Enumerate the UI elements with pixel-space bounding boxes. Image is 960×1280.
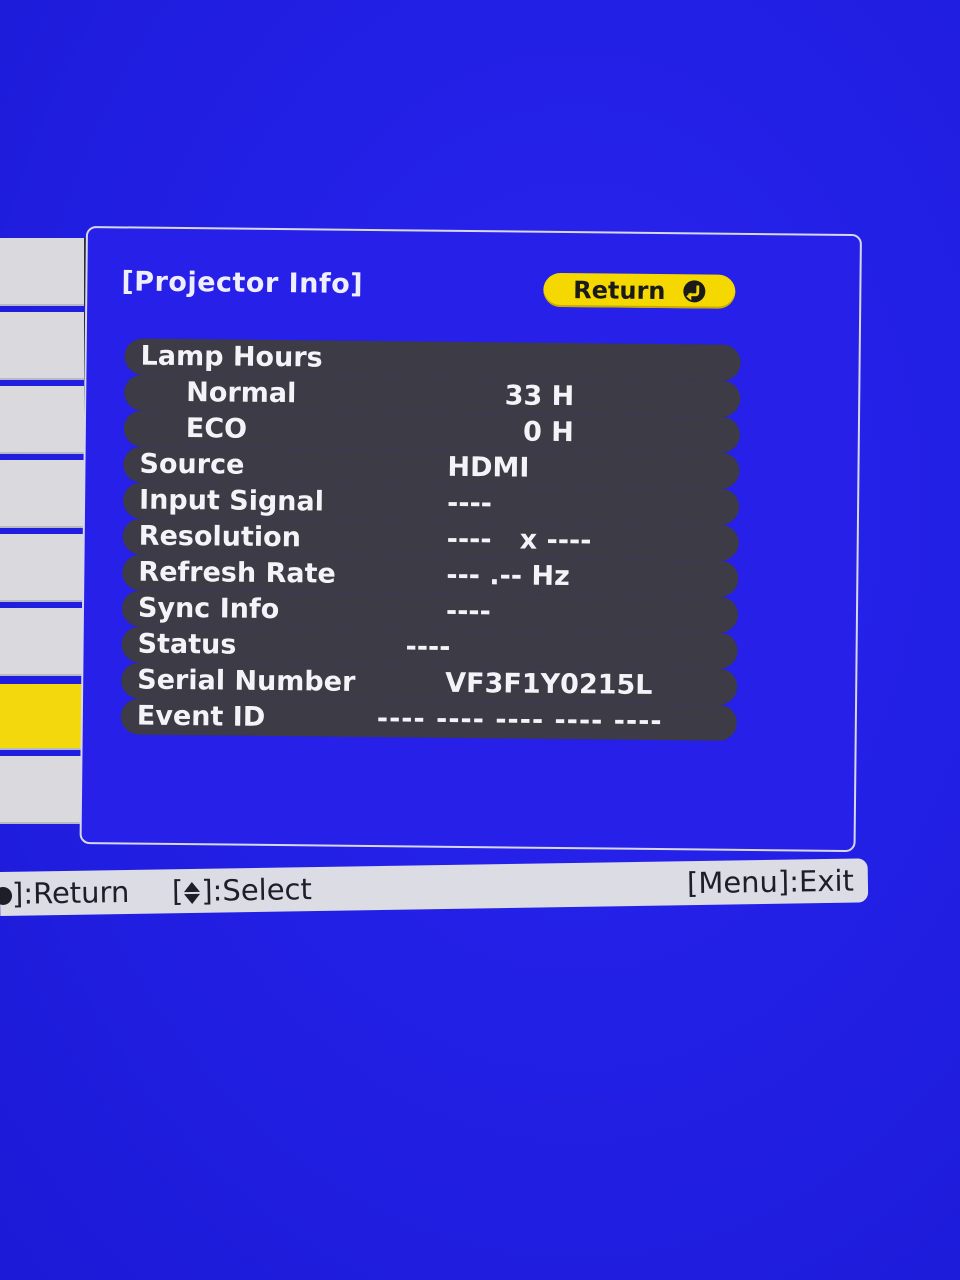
- info-list: Lamp Hours Normal 33 H ECO 0 H Source HD…: [120, 338, 741, 741]
- return-button[interactable]: Return: [543, 272, 736, 309]
- row-value: ---- x ----: [446, 523, 592, 557]
- main-menu-item[interactable]: [0, 312, 84, 380]
- enter-return-icon: [683, 280, 706, 303]
- main-menu-item[interactable]: [0, 238, 84, 306]
- help-exit-hint: [Menu]:Exit: [686, 863, 855, 901]
- row-value: --- .-- Hz: [446, 559, 570, 593]
- row-value: VF3F1Y0215L: [445, 667, 653, 701]
- return-button-label: Return: [573, 276, 666, 306]
- help-return-text: ]:Return: [11, 874, 130, 911]
- row-value: ----: [445, 595, 491, 628]
- row-label: Event ID: [136, 700, 266, 733]
- row-value: ----: [405, 631, 451, 663]
- help-select-hint: [ ]:Select: [172, 867, 313, 913]
- row-value: HDMI: [447, 451, 530, 484]
- row-label: Lamp Hours: [140, 340, 323, 374]
- row-label: ECO: [185, 413, 248, 445]
- row-value: ---- ---- ---- ---- ----: [376, 703, 663, 738]
- row-label: Resolution: [138, 520, 302, 554]
- row-label: Status: [137, 628, 237, 661]
- help-select-text: ]:Select: [201, 872, 313, 908]
- row-label: Refresh Rate: [138, 556, 336, 590]
- row-label: Input Signal: [138, 484, 325, 518]
- row-value: 33 H: [504, 380, 575, 413]
- enter-return-icon: [0, 886, 13, 906]
- main-menu-item[interactable]: [0, 534, 84, 602]
- row-label: Source: [139, 448, 245, 481]
- info-row-event-id: Event ID ---- ---- ---- ---- ----: [120, 698, 738, 741]
- row-label: Normal: [186, 377, 297, 410]
- row-label: Sync Info: [137, 592, 280, 626]
- help-select-prefix: [: [171, 874, 184, 909]
- projector-info-panel: [Projector Info] Return Lamp Hours Norma…: [79, 226, 862, 853]
- help-bar: ]:Return [ ]:Select [Menu]:Exit: [0, 858, 869, 916]
- panel-title: [Projector Info]: [121, 266, 364, 300]
- up-down-arrow-icon: [184, 882, 200, 904]
- help-return-hint: ]:Return: [0, 870, 130, 916]
- main-menu-item[interactable]: [0, 386, 84, 454]
- main-menu-item[interactable]: [0, 460, 84, 528]
- main-menu-item[interactable]: [0, 756, 84, 824]
- row-value: 0 H: [522, 416, 575, 449]
- row-label: Serial Number: [137, 664, 356, 698]
- row-value: ----: [446, 487, 493, 520]
- main-menu-item[interactable]: [0, 608, 84, 676]
